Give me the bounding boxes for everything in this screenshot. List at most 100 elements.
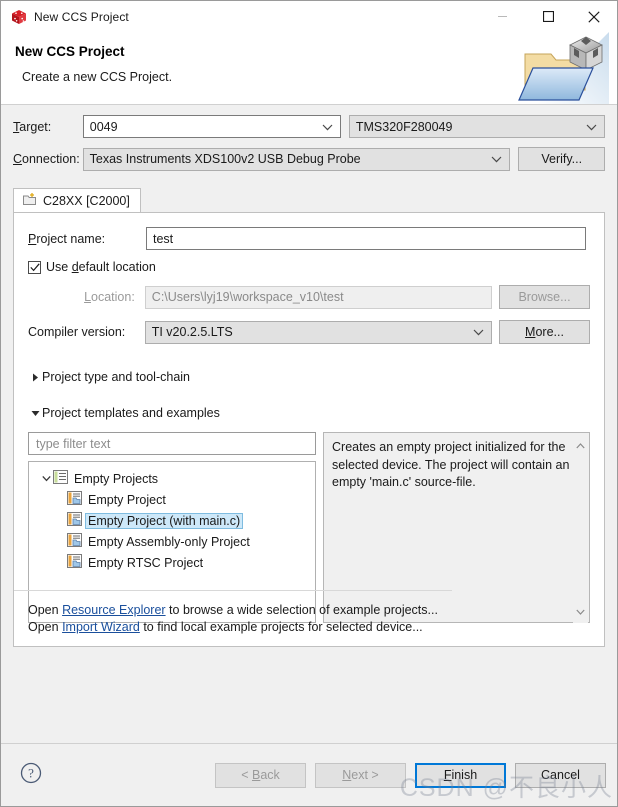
link-line1-pre: Open [28,603,63,617]
project-file-icon [67,533,82,550]
window-controls [479,1,617,32]
template-filter-input[interactable]: type filter text [28,432,316,455]
compiler-version-combo[interactable]: TI v20.2.5.LTS [144,320,492,344]
svg-text:?: ? [28,765,34,780]
finish-button-label: Finish [443,768,478,782]
use-default-location-checkbox[interactable] [28,260,41,274]
scroll-down-icon[interactable] [576,603,585,621]
target-row: Target: 0049 TMS320F280049 [13,115,605,138]
connection-value: Texas Instruments XDS100v2 USB Debug Pro… [89,152,361,166]
checkmark-icon [29,262,40,271]
tree-node-label: Empty RTSC Project [88,555,204,570]
minimize-icon [497,16,507,17]
project-name-input[interactable]: test [146,227,586,250]
back-button-label: < Back [241,768,280,782]
device-combo[interactable]: TMS320F280049 [348,115,605,138]
template-filter-placeholder: type filter text [36,436,111,451]
browse-button: Browse... [499,285,591,309]
more-button-label: More... [525,325,564,339]
tree-node-empty-project[interactable]: Empty Project [29,489,315,510]
link-line2-post: to find local example projects for selec… [139,620,423,634]
project-folder-cube-icon [517,32,609,104]
more-button[interactable]: More... [498,320,590,344]
links-divider [14,590,452,591]
connection-row: Connection: Texas Instruments XDS100v2 U… [13,147,606,171]
project-name-row: Project name: test [28,227,590,250]
finish-button[interactable]: Finish [415,762,506,788]
chevron-down-icon [586,120,597,134]
resource-explorer-line: Open Resource Explorer to browse a wide … [28,603,438,617]
close-icon [588,10,600,23]
tree-node-label: Empty Assembly-only Project [88,534,250,549]
close-button[interactable] [571,1,617,32]
location-label: Location: [84,290,135,304]
minimize-button[interactable] [479,1,525,32]
help-icon[interactable]: ? [20,762,42,789]
tab-label: C28XX [C2000] [43,194,130,208]
tree-node-empty-project-with-main-c[interactable]: Empty Project (with main.c) [29,510,315,531]
wizard-header: New CCS Project Create a new CCS Project… [1,32,617,104]
import-wizard-link[interactable]: Import Wizard [62,620,140,634]
chevron-down-icon [491,152,502,166]
target-filter-value: 0049 [89,119,118,134]
ccs-cube-icon [11,9,27,25]
dialog-body: Target: 0049 TMS320F280049 Connection: T… [1,105,617,743]
dialog-footer: ? < Back Next > Finish Cancel CSDN @不良小人 [1,743,617,806]
target-filter-combo[interactable]: 0049 [82,115,341,138]
connection-combo[interactable]: Texas Instruments XDS100v2 USB Debug Pro… [82,147,511,171]
footer-links: Open Resource Explorer to browse a wide … [14,590,452,634]
cancel-button[interactable]: Cancel [515,762,606,788]
use-default-location-label: Use default location [46,260,156,274]
folder-list-icon [53,470,68,487]
compiler-version-row: Compiler version: TI v20.2.5.LTS More... [28,320,590,344]
window-title: New CCS Project [34,9,129,24]
template-description-text: Creates an empty project initialized for… [332,440,570,489]
chevron-down-icon [473,325,484,339]
device-tabfolder: C28XX [C2000] Project name: test Use def… [13,188,605,647]
section-project-templates[interactable]: Project templates and examples [28,406,590,420]
back-button: < Back [215,762,306,788]
project-file-icon [67,512,82,529]
chevron-right-icon [28,373,42,382]
tree-node-empty-projects[interactable]: Empty Projects [29,468,315,489]
verify-button[interactable]: Verify... [518,147,606,171]
tree-node-empty-assembly-only-project[interactable]: Empty Assembly-only Project [29,531,315,552]
target-label: Target: [13,119,52,134]
link-line1-post: to browse a wide selection of example pr… [165,603,438,617]
section-templates-label: Project templates and examples [42,406,220,420]
tab-strip: C28XX [C2000] [13,188,605,213]
chip-tab-icon [22,192,37,210]
connection-label: Connection: [13,152,80,166]
link-line2-pre: Open [28,620,63,634]
section-project-type-label: Project type and tool-chain [42,370,191,384]
location-input: C:\Users\lyj19\workspace_v10\test [144,285,493,309]
compiler-version-label: Compiler version: [28,325,126,339]
device-value: TMS320F280049 [355,119,453,134]
tree-node-empty-rtsc-project[interactable]: Empty RTSC Project [29,552,315,573]
import-wizard-line: Open Import Wizard to find local example… [28,620,438,634]
location-value: C:\Users\lyj19\workspace_v10\test [151,290,344,304]
maximize-icon [542,11,554,22]
project-name-label: Project name: [28,231,106,246]
section-project-type-and-toolchain[interactable]: Project type and tool-chain [28,370,590,384]
chevron-down-icon [322,120,333,134]
project-name-value: test [153,231,174,246]
tab-c28xx-c2000[interactable]: C28XX [C2000] [13,188,141,213]
title-bar: New CCS Project [1,1,617,32]
tree-node-label: Empty Project (with main.c) [85,512,244,529]
next-button-label: Next > [342,768,379,782]
scroll-up-icon[interactable] [576,437,585,455]
wizard-buttons: < Back Next > Finish Cancel [206,762,606,788]
description-scrollbar[interactable] [573,434,588,623]
tab-content: Project name: test Use default location [13,212,605,647]
use-default-location-row: Use default location [28,260,590,274]
tree-node-label: Empty Project [88,492,166,507]
chevron-down-icon [28,410,42,417]
new-ccs-project-dialog: New CCS Project New CCS Project Create a… [0,0,618,807]
location-row: Location: C:\Users\lyj19\workspace_v10\t… [28,285,591,309]
resource-explorer-link[interactable]: Resource Explorer [62,603,166,617]
maximize-button[interactable] [525,1,571,32]
tree-node-label: Empty Projects [74,471,159,486]
chevron-down-icon[interactable] [39,475,53,482]
compiler-version-value: TI v20.2.5.LTS [151,325,233,339]
